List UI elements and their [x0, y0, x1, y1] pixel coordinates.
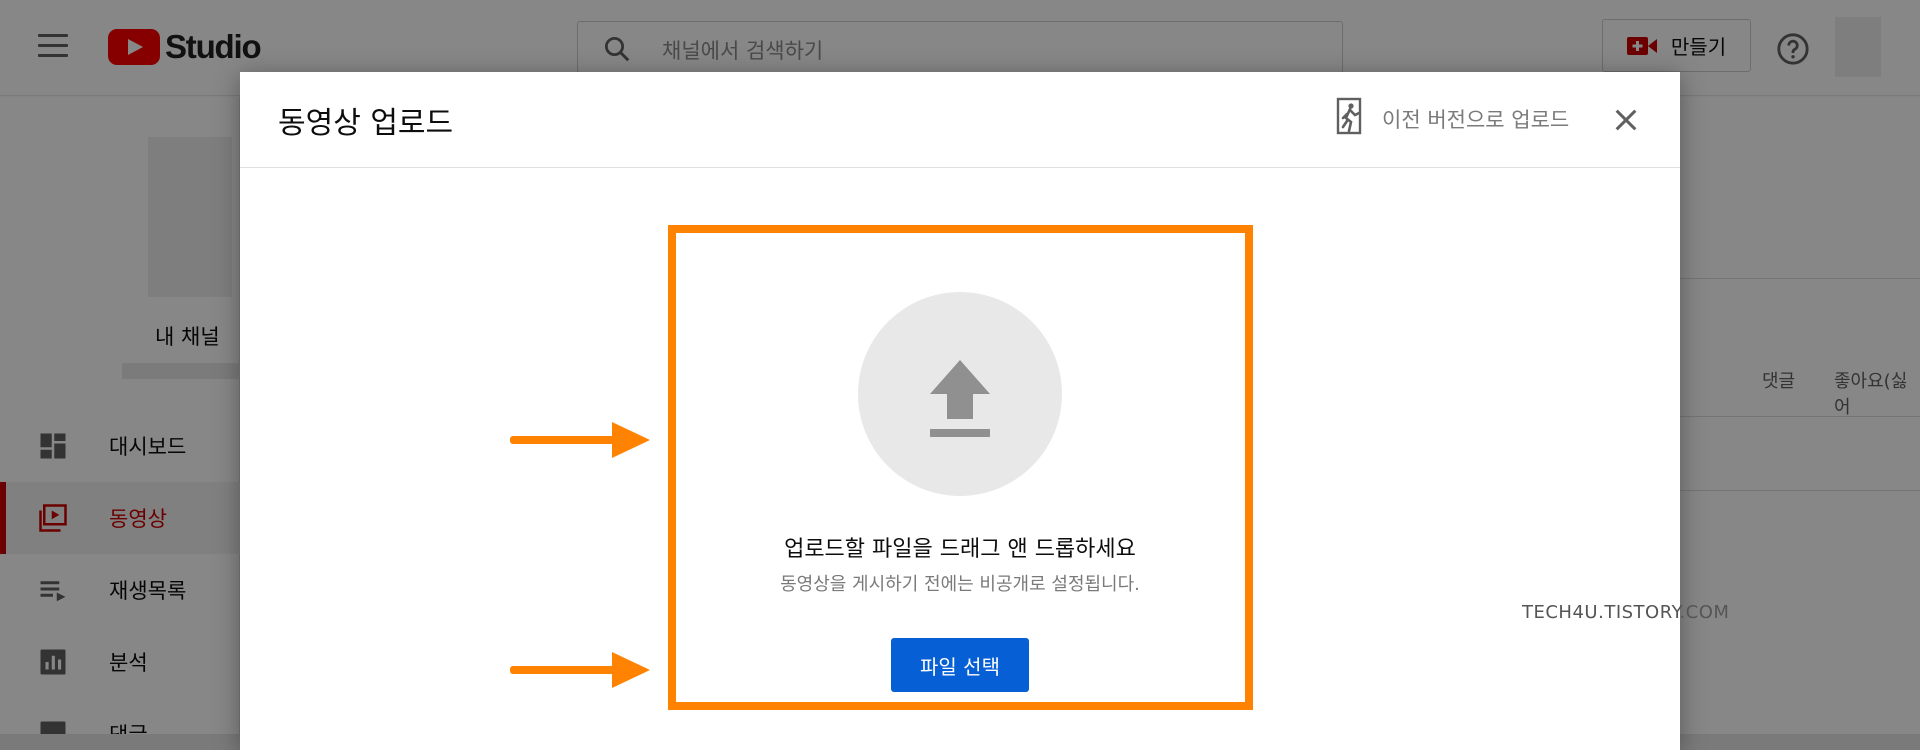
- annotation-arrow-icon: [510, 652, 650, 688]
- select-files-button[interactable]: 파일 선택: [891, 638, 1029, 692]
- exit-icon[interactable]: [1334, 96, 1368, 136]
- dialog-title: 동영상 업로드: [278, 106, 454, 141]
- annotation-arrow-icon: [510, 422, 650, 458]
- upload-arrow-icon: [930, 360, 990, 437]
- upload-drop-target[interactable]: [858, 292, 1062, 496]
- drop-subtitle: 동영상을 게시하기 전에는 비공개로 설정됩니다.: [780, 574, 1140, 595]
- drop-title: 업로드할 파일을 드래그 앤 드롭하세요: [784, 537, 1136, 562]
- close-icon[interactable]: [1612, 106, 1640, 134]
- watermark: TECH4U.TISTORY.COM: [1522, 602, 1730, 623]
- legacy-upload-link[interactable]: 이전 버전으로 업로드: [1382, 104, 1569, 134]
- dialog-header: 동영상 업로드 이전 버전으로 업로드: [240, 72, 1680, 168]
